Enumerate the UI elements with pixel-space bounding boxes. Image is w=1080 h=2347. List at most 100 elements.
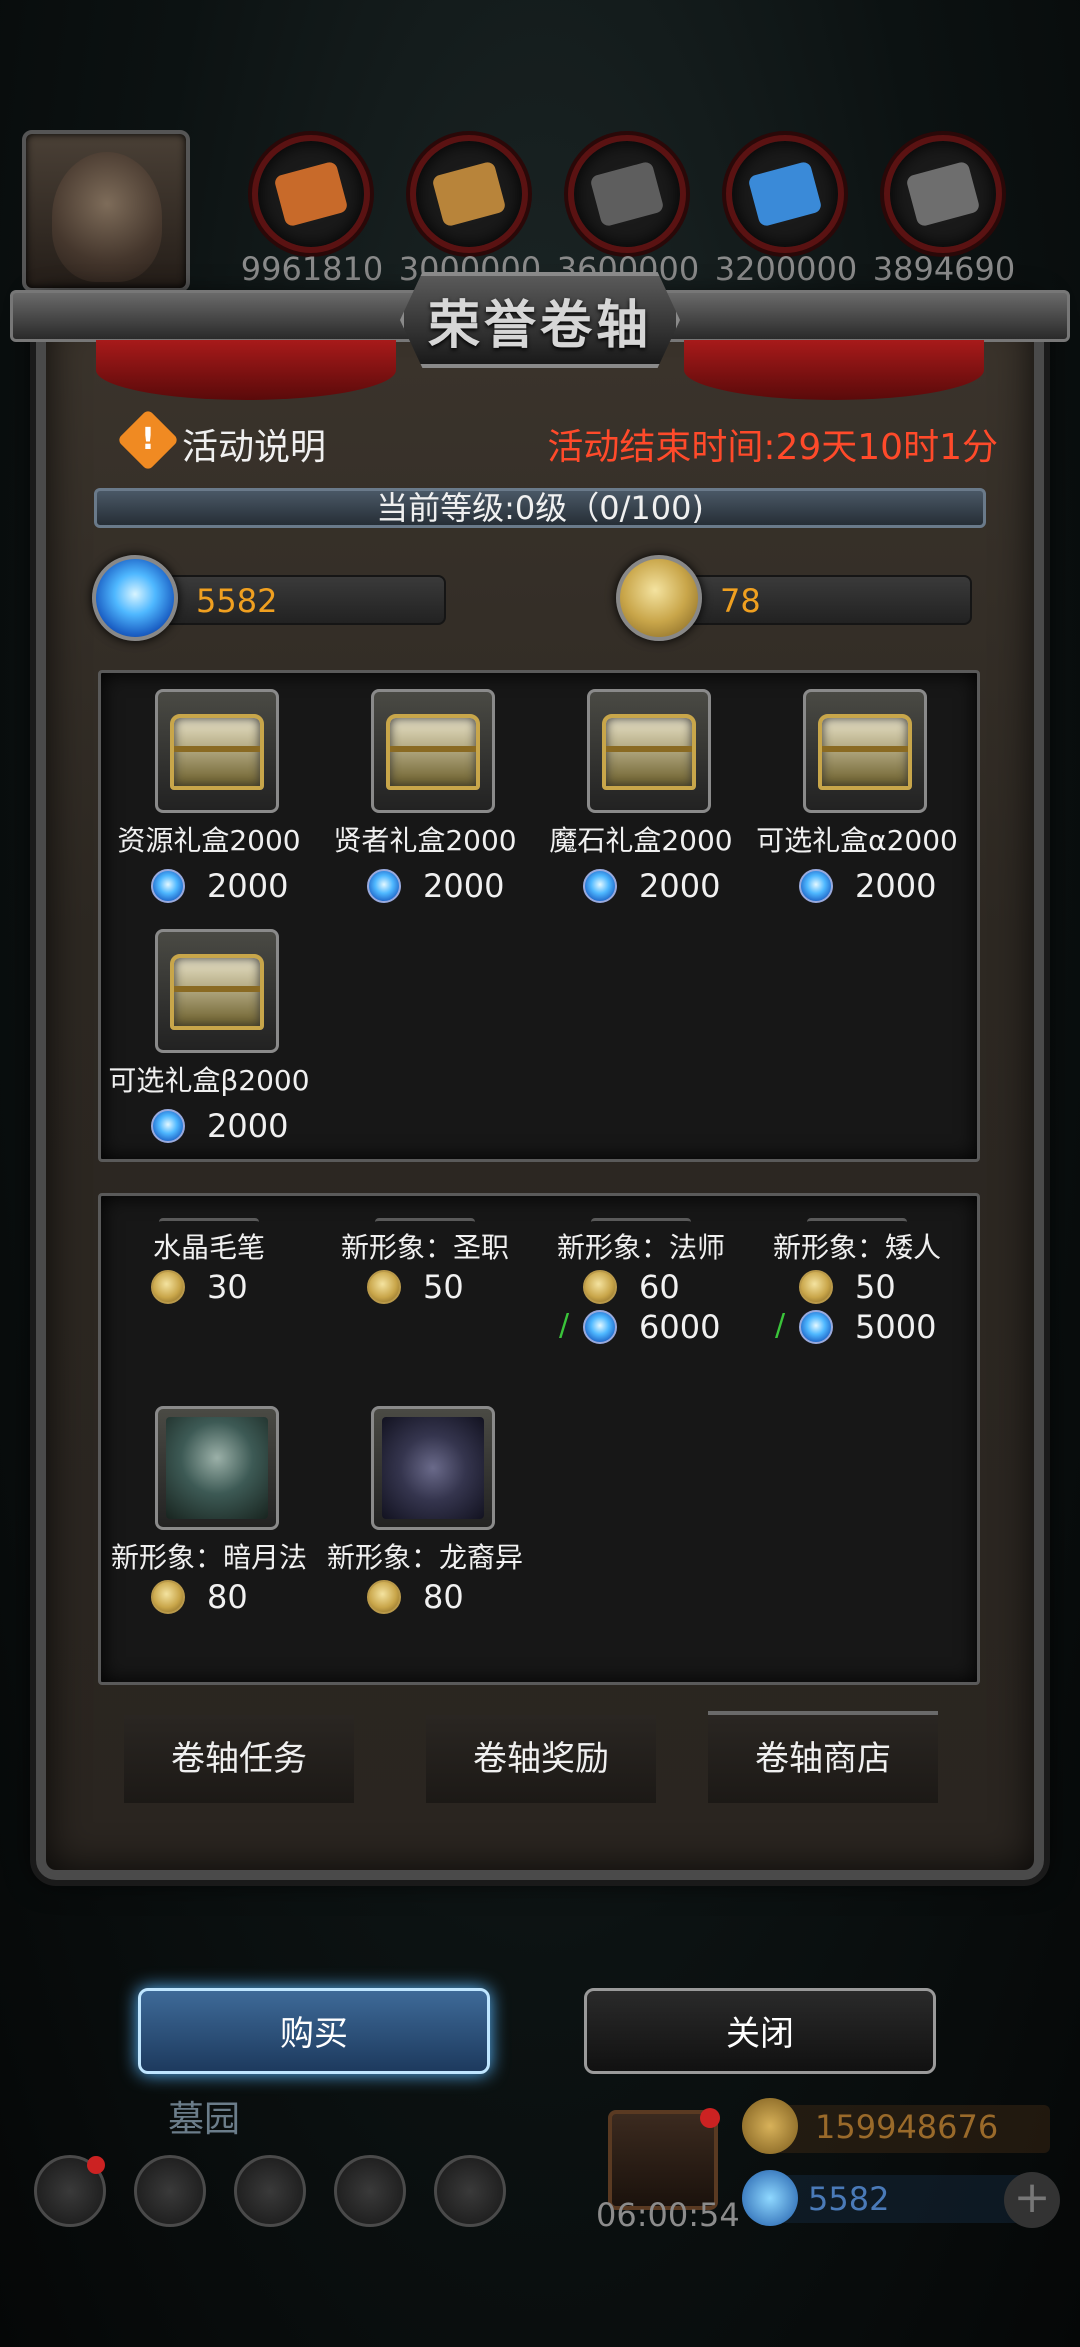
item-frame xyxy=(587,689,711,813)
plank-icon[interactable] xyxy=(410,135,528,253)
item-name: 新形象：法师 xyxy=(556,1231,725,1264)
gift-timer: 06:00:54 xyxy=(596,2196,740,2234)
item-price: 80 xyxy=(423,1578,464,1616)
close-button[interactable]: 关闭 xyxy=(584,1988,936,2074)
gem-icon xyxy=(799,869,833,903)
gem-icon xyxy=(799,1310,833,1344)
event-info-link[interactable]: 活动说明 xyxy=(182,418,326,470)
title-plate: 荣誉卷轴 xyxy=(400,272,680,368)
gold-amount: 159948676 xyxy=(815,2108,999,2146)
item-frame xyxy=(155,689,279,813)
item-name: 新形象：矮人 xyxy=(772,1231,941,1264)
item-gem-price: 6000 xyxy=(639,1308,721,1346)
price-row: 2000 xyxy=(367,867,537,907)
gift-box-icon[interactable] xyxy=(608,2108,720,2210)
item-name: 可选礼盒β2000 xyxy=(108,1064,310,1097)
item-price: 60 xyxy=(639,1268,680,1306)
gem-balance: 5582 xyxy=(196,582,278,620)
curtain-left xyxy=(96,340,396,400)
item-price: 30 xyxy=(207,1268,248,1306)
price-row: 80 xyxy=(367,1578,537,1618)
shop-item[interactable]: 新形象：矮人 50 / 5000 xyxy=(749,1218,965,1456)
mail-icon[interactable] xyxy=(334,2155,406,2227)
item-price: 2000 xyxy=(207,1107,289,1145)
gem-icon xyxy=(151,869,185,903)
location-label: 墓园 xyxy=(168,2099,241,2140)
item-frame xyxy=(155,1406,279,1530)
wood-icon[interactable] xyxy=(252,135,370,253)
name-divider xyxy=(807,1218,907,1226)
horned-dragonborn-portrait xyxy=(382,1417,484,1519)
level-progress-bar: 当前等级:0级（0/100) xyxy=(94,488,986,528)
item-price: 2000 xyxy=(207,867,289,905)
coin-balance: 78 xyxy=(720,582,761,620)
price-row: 2000 xyxy=(799,867,969,907)
coin-icon xyxy=(799,1270,833,1304)
item-frame xyxy=(155,929,279,1053)
crystal-count: 3200000 xyxy=(714,250,858,288)
notification-dot xyxy=(87,2156,105,2174)
coin-icon xyxy=(583,1270,617,1304)
hooded-mage-portrait xyxy=(166,1417,268,1519)
coin-icon xyxy=(616,555,702,641)
alt-price-row: / 5000 xyxy=(775,1308,969,1348)
shop-item[interactable]: 贤者礼盒2000 2000 xyxy=(317,689,533,919)
name-divider xyxy=(159,1218,259,1226)
gem-icon xyxy=(92,555,178,641)
coin-icon xyxy=(367,1580,401,1614)
add-gems-button[interactable]: + xyxy=(1004,2172,1060,2228)
shop-item[interactable]: 新形象：龙裔异 80 xyxy=(317,1406,533,1636)
coin-icon xyxy=(151,1270,185,1304)
castle-icon[interactable] xyxy=(234,2155,306,2227)
warning-icon[interactable]: ! xyxy=(116,408,180,472)
shop-item[interactable]: 新形象：法师 60 / 6000 xyxy=(533,1218,749,1456)
treasure-chest-icon xyxy=(602,714,696,790)
price-row: 50 xyxy=(367,1268,537,1308)
shop-item[interactable]: 新形象：暗月法 80 xyxy=(101,1406,317,1636)
treasure-chest-icon xyxy=(386,714,480,790)
iron-count: 3894690 xyxy=(872,250,1016,288)
price-row: 2000 xyxy=(151,867,321,907)
item-name: 新形象：暗月法 xyxy=(110,1541,307,1574)
tab-scroll-rewards[interactable]: 卷轴奖励 xyxy=(426,1715,656,1803)
name-divider xyxy=(591,1218,691,1226)
coin-icon xyxy=(151,1580,185,1614)
crystal-icon[interactable] xyxy=(726,135,844,253)
badge-icon[interactable] xyxy=(134,2155,206,2227)
gem-icon xyxy=(583,1310,617,1344)
shop-item[interactable]: 资源礼盒2000 2000 xyxy=(101,689,317,919)
coin-icon xyxy=(367,1270,401,1304)
item-price: 50 xyxy=(855,1268,896,1306)
gold-stack-icon xyxy=(742,2098,798,2154)
name-divider xyxy=(375,1218,475,1226)
treasure-chest-icon xyxy=(818,714,912,790)
buy-button[interactable]: 购买 xyxy=(138,1988,490,2074)
stone-icon[interactable] xyxy=(568,135,686,253)
gem-icon xyxy=(151,1109,185,1143)
item-name: 新形象：圣职 xyxy=(340,1231,509,1264)
item-name: 新形象：龙裔异 xyxy=(326,1541,523,1574)
price-row: 80 xyxy=(151,1578,321,1618)
avatar-portrait xyxy=(52,152,162,282)
settings-gear-icon[interactable] xyxy=(34,2155,106,2227)
handshake-icon[interactable] xyxy=(434,2155,506,2227)
shop-item[interactable]: 可选礼盒α2000 2000 xyxy=(749,689,965,919)
item-price: 2000 xyxy=(639,867,721,905)
iron-icon[interactable] xyxy=(884,135,1002,253)
item-name: 水晶毛笔 xyxy=(152,1231,265,1264)
shop-item[interactable]: 可选礼盒β2000 2000 xyxy=(101,929,317,1159)
gem-icon xyxy=(742,2170,798,2226)
item-gem-price: 5000 xyxy=(855,1308,937,1346)
price-row: 50 xyxy=(799,1268,969,1308)
item-name: 魔石礼盒2000 xyxy=(549,824,733,857)
price-row: 2000 xyxy=(151,1107,321,1147)
tab-scroll-tasks[interactable]: 卷轴任务 xyxy=(124,1715,354,1803)
shop-item[interactable]: 魔石礼盒2000 2000 xyxy=(533,689,749,919)
player-avatar[interactable] xyxy=(22,130,190,292)
event-end-time: 活动结束时间:29天10时1分 xyxy=(547,427,998,468)
treasure-chest-icon xyxy=(170,954,264,1030)
wood-count: 9961810 xyxy=(240,250,384,288)
tab-scroll-shop[interactable]: 卷轴商店 xyxy=(708,1715,938,1803)
item-frame xyxy=(371,1406,495,1530)
item-price: 2000 xyxy=(855,867,937,905)
